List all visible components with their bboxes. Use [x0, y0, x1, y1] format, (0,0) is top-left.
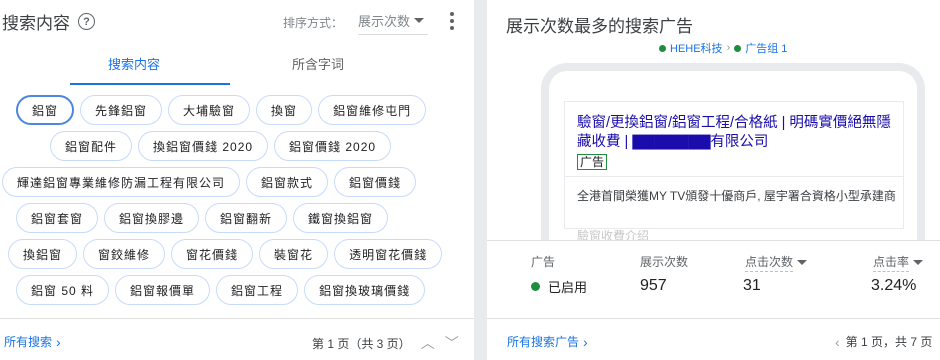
pagination: 第 1 页（共 3 页） ︿ ﹀ — [312, 333, 459, 353]
search-term-chip[interactable]: 鋁窗價錢 — [334, 167, 417, 197]
sort-value: 展示次数 — [358, 14, 411, 29]
stat-header-ad: 广告 — [531, 255, 556, 269]
search-term-chip[interactable]: 換鋁窗價錢 2020 — [138, 131, 269, 161]
search-term-chip[interactable]: 鐵窗換鋁窗 — [293, 203, 389, 233]
search-term-chip[interactable]: 鋁窗款式 — [246, 167, 329, 197]
more-options-icon[interactable] — [450, 12, 454, 30]
search-term-chip[interactable]: 鋁窗套窗 — [16, 203, 99, 233]
dropdown-arrow-icon — [797, 260, 808, 265]
search-term-chip[interactable]: 先鋒鋁窗 — [80, 95, 163, 125]
search-term-chip[interactable]: 鋁窗工程 — [216, 275, 299, 305]
search-term-chip[interactable]: 鋁窗配件 — [50, 131, 133, 161]
ad-preview: 驗窗/更換鋁窗/鋁窗工程/合格紙 | 明碼實價絕無隱藏收費 | ▇▇▇▇▇▇▇有… — [564, 101, 904, 229]
all-search-ads-label: 所有搜索广告 — [507, 335, 580, 349]
search-term-chips: 鋁窗 先鋒鋁窗 大埔驗窗 換窗 鋁窗維修屯門 鋁窗配件 換鋁窗價錢 2020 鋁… — [0, 92, 474, 314]
chip-row: 鋁窗 50 料 鋁窗報價單 鋁窗工程 鋁窗換玻璃價錢 — [16, 275, 426, 305]
tab-contained-words[interactable]: 所含字词 — [292, 54, 344, 73]
search-term-chip[interactable]: 換窗 — [256, 95, 313, 125]
search-term-chip[interactable]: 鋁窗報價單 — [115, 275, 211, 305]
search-terms-title: 搜索内容 — [2, 14, 70, 33]
ad-status: 已启用 — [531, 277, 587, 296]
clicks-header-label: 点击次数 — [745, 253, 794, 272]
chip-row: 鋁窗套窗 鋁窗換膠邊 鋁窗翻新 鐵窗換鋁窗 — [16, 203, 389, 233]
search-term-chip[interactable]: 裝窗花 — [259, 239, 329, 269]
search-term-chip[interactable]: 窗鉸維修 — [83, 239, 166, 269]
status-dot-icon — [659, 44, 666, 52]
page-indicator: 第 1 页（共 3 页） — [312, 336, 411, 351]
search-term-chip[interactable]: 大埔驗窗 — [168, 95, 251, 125]
active-tab-indicator — [70, 83, 230, 85]
page-indicator: 第 1 页，共 7 页 — [845, 335, 933, 349]
search-terms-card: 搜索内容 ? 排序方式： 展示次数 搜索内容 所含字词 鋁窗 先鋒鋁窗 大埔驗窗… — [0, 0, 474, 360]
breadcrumb-separator: › — [726, 42, 731, 54]
chevron-right-icon: › — [56, 333, 61, 350]
ad-status-label: 已启用 — [548, 280, 588, 295]
stat-header-clicks[interactable]: 点击次数 — [745, 253, 808, 272]
search-term-chip[interactable]: 鋁窗 — [16, 95, 75, 125]
help-icon[interactable]: ? — [78, 13, 95, 30]
sort-label: 排序方式： — [283, 16, 344, 30]
ad-stats: 广告 展示次数 点击次数 点击率 已启用 957 31 3.24% — [487, 240, 940, 310]
chip-row: 鋁窗配件 換鋁窗價錢 2020 鋁窗價錢 2020 — [50, 131, 392, 161]
chip-row: 換鋁窗 窗鉸維修 窗花價錢 裝窗花 透明窗花價錢 — [8, 239, 443, 269]
all-search-ads-link[interactable]: 所有搜索广告 › — [507, 333, 588, 350]
stat-header-ctr[interactable]: 点击率 — [873, 253, 924, 272]
search-term-chip[interactable]: 換鋁窗 — [8, 239, 78, 269]
search-term-chip[interactable]: 鋁窗換玻璃價錢 — [304, 275, 426, 305]
breadcrumb-ad-group[interactable]: 广告组 1 — [745, 40, 787, 56]
search-term-chip[interactable]: 鋁窗 50 料 — [16, 275, 110, 305]
breadcrumb-campaign[interactable]: HEHE科技 — [670, 40, 723, 56]
ad-description: 全港首間榮獲MY TV頒發十優商戶, 屋宇署合資格小型承建商 — [577, 189, 896, 203]
ad-divider — [564, 176, 904, 177]
chevron-up-icon[interactable]: ︿ — [421, 333, 435, 353]
ctr-header-label: 点击率 — [873, 253, 910, 272]
stat-header-impressions: 展示次数 — [640, 255, 689, 269]
dropdown-arrow-icon — [414, 18, 425, 23]
chevron-right-icon: › — [583, 333, 588, 350]
ad-badge: 广告 — [577, 154, 608, 170]
footer-divider — [0, 318, 474, 319]
search-term-chip[interactable]: 鋁窗換膠邊 — [104, 203, 200, 233]
search-term-chip[interactable]: 透明窗花價錢 — [334, 239, 443, 269]
card-title-row: 搜索内容 ? — [2, 9, 95, 34]
breadcrumb: HEHE科技 › 广告组 1 — [659, 40, 787, 56]
top-search-ads-card: 展示次数最多的搜索广告 HEHE科技 › 广告组 1 驗窗/更換鋁窗/鋁窗工程/… — [487, 0, 940, 360]
search-term-chip[interactable]: 輝達鋁窗專業維修防漏工程有限公司 — [2, 167, 241, 197]
search-term-chip[interactable]: 窗花價錢 — [171, 239, 254, 269]
top-search-ads-title: 展示次数最多的搜索广告 — [506, 17, 693, 36]
ad-headline[interactable]: 驗窗/更換鋁窗/鋁窗工程/合格紙 | 明碼實價絕無隱藏收費 | ▇▇▇▇▇▇▇有… — [577, 114, 897, 152]
footer-divider — [487, 318, 940, 319]
status-dot-icon — [734, 44, 742, 52]
chip-row: 輝達鋁窗專業維修防漏工程有限公司 鋁窗款式 鋁窗價錢 — [2, 167, 417, 197]
search-term-chip[interactable]: 鋁窗維修屯門 — [318, 95, 427, 125]
clicks-value: 31 — [743, 277, 761, 294]
search-term-chip[interactable]: 鋁窗價錢 2020 — [274, 131, 392, 161]
pagination: ‹ 第 1 页，共 7 页 — [835, 333, 932, 350]
dropdown-arrow-icon — [913, 260, 924, 265]
chip-row: 鋁窗 先鋒鋁窗 大埔驗窗 換窗 鋁窗維修屯門 — [16, 95, 427, 125]
search-term-chip[interactable]: 鋁窗翻新 — [205, 203, 288, 233]
sort-dropdown[interactable]: 展示次数 — [358, 11, 428, 35]
impressions-value: 957 — [640, 277, 667, 294]
chevron-down-icon[interactable]: ﹀ — [445, 333, 459, 353]
all-searches-link[interactable]: 所有搜索 › — [4, 333, 61, 350]
tab-search-terms[interactable]: 搜索内容 — [108, 54, 160, 73]
all-searches-label: 所有搜索 — [4, 335, 53, 349]
chevron-left-icon[interactable]: ‹ — [835, 334, 840, 350]
enabled-dot-icon — [531, 282, 540, 291]
ctr-value: 3.24% — [871, 277, 917, 294]
